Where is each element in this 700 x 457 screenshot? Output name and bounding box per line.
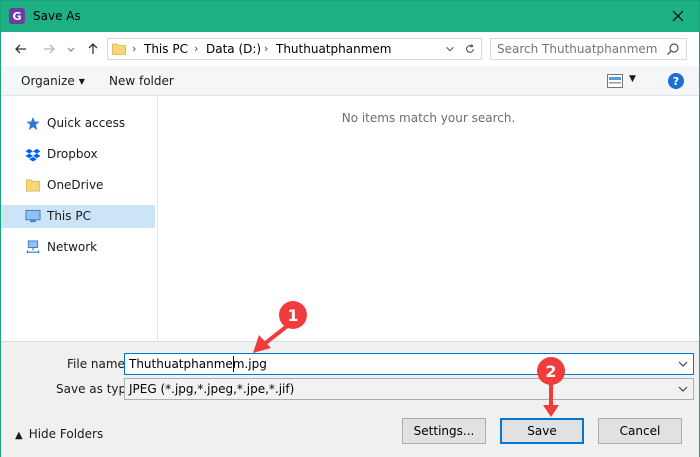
save-as-type-select[interactable]: JPEG (*.jpg,*.jpeg,*.jpe,*.jif) bbox=[124, 378, 694, 400]
search-icon bbox=[667, 43, 679, 55]
sidebar-item-onedrive[interactable]: OneDrive bbox=[1, 174, 155, 197]
sidebar-item-dropbox[interactable]: Dropbox bbox=[1, 143, 155, 166]
forward-arrow-icon bbox=[44, 44, 55, 54]
breadcrumb-data-drive[interactable]: Data (D:) bbox=[206, 42, 261, 56]
breadcrumb-separator: › bbox=[194, 42, 199, 55]
address-dropdown-button[interactable] bbox=[441, 40, 459, 58]
forward-button[interactable] bbox=[41, 41, 57, 57]
cancel-button[interactable]: Cancel bbox=[598, 418, 682, 444]
window-title: Save As bbox=[33, 9, 81, 23]
sidebar-item-label: This PC bbox=[47, 209, 91, 223]
file-name-value: Thuthuatphanmem.jpg bbox=[129, 357, 267, 371]
chevron-up-icon: ▲ bbox=[15, 430, 23, 441]
search-input[interactable] bbox=[497, 42, 657, 56]
sidebar-item-label: OneDrive bbox=[47, 178, 104, 192]
view-options-dropdown[interactable]: ▼ bbox=[629, 74, 636, 84]
hide-folders-label: Hide Folders bbox=[28, 427, 104, 441]
help-button[interactable]: ? bbox=[668, 73, 684, 89]
save-as-type-value: JPEG (*.jpg,*.jpeg,*.jpe,*.jif) bbox=[129, 382, 295, 396]
breadcrumb-separator: › bbox=[132, 42, 137, 55]
annotation-badge-1: 1 bbox=[279, 301, 307, 329]
chevron-down-icon bbox=[678, 386, 688, 392]
save-as-dialog: G Save As › This PC › Data (D:) › Thuthu… bbox=[0, 0, 700, 457]
sidebar-item-label: Dropbox bbox=[47, 147, 98, 161]
settings-button[interactable]: Settings... bbox=[402, 418, 486, 444]
organize-button[interactable]: Organize ▼ bbox=[21, 74, 85, 88]
computer-icon bbox=[25, 209, 41, 223]
app-icon: G bbox=[9, 8, 25, 24]
breadcrumb-current-folder[interactable]: Thuthuatphanmem bbox=[276, 42, 391, 56]
up-arrow-icon bbox=[88, 43, 98, 54]
refresh-button[interactable] bbox=[461, 40, 479, 58]
annotation-badge-2: 2 bbox=[537, 357, 565, 385]
sidebar-item-label: Quick access bbox=[47, 116, 126, 130]
navigation-row: › This PC › Data (D:) › Thuthuatphanmem bbox=[1, 32, 699, 66]
file-name-label: File name: bbox=[67, 357, 129, 371]
up-button[interactable] bbox=[85, 41, 101, 57]
caret-down-icon: ▼ bbox=[78, 77, 85, 86]
address-bar[interactable]: › This PC › Data (D:) › Thuthuatphanmem bbox=[107, 38, 482, 60]
recent-locations-button[interactable] bbox=[63, 41, 79, 57]
breadcrumb-this-pc[interactable]: This PC bbox=[144, 42, 188, 56]
dropbox-icon bbox=[25, 148, 41, 162]
hide-folders-toggle[interactable]: ▲ Hide Folders bbox=[15, 427, 103, 441]
empty-state-message: No items match your search. bbox=[341, 111, 516, 125]
search-box[interactable] bbox=[490, 38, 687, 60]
new-folder-button[interactable]: New folder bbox=[109, 74, 174, 88]
chevron-down-icon[interactable] bbox=[677, 358, 689, 370]
breadcrumb-separator: › bbox=[264, 42, 269, 55]
change-view-icon[interactable] bbox=[607, 74, 623, 88]
sidebar-item-label: Network bbox=[47, 240, 98, 254]
sidebar-item-this-pc[interactable]: This PC bbox=[1, 205, 155, 228]
chevron-down-icon bbox=[67, 47, 75, 52]
chevron-down-icon bbox=[446, 46, 454, 52]
title-bar: G Save As bbox=[1, 1, 699, 32]
close-icon bbox=[672, 10, 684, 22]
file-list[interactable]: No items match your search. bbox=[158, 96, 699, 341]
folder-icon bbox=[112, 43, 126, 55]
refresh-icon bbox=[466, 44, 474, 53]
organize-label: Organize bbox=[21, 74, 75, 88]
back-arrow-icon bbox=[15, 44, 26, 54]
folder-icon bbox=[26, 179, 40, 192]
command-bar: Organize ▼ New folder ▼ ? bbox=[1, 66, 699, 96]
sidebar-item-quick-access[interactable]: Quick access bbox=[1, 112, 155, 135]
network-icon bbox=[26, 240, 40, 254]
save-button[interactable]: Save bbox=[500, 418, 584, 444]
sidebar-item-network[interactable]: Network bbox=[1, 236, 155, 259]
file-name-field[interactable]: Thuthuatphanmem.jpg bbox=[124, 353, 694, 375]
star-icon bbox=[26, 116, 40, 131]
navigation-pane: Quick access Dropbox OneDrive This PC Ne… bbox=[1, 96, 157, 341]
close-button[interactable] bbox=[669, 7, 687, 25]
text-cursor bbox=[233, 356, 234, 372]
back-button[interactable] bbox=[13, 41, 29, 57]
